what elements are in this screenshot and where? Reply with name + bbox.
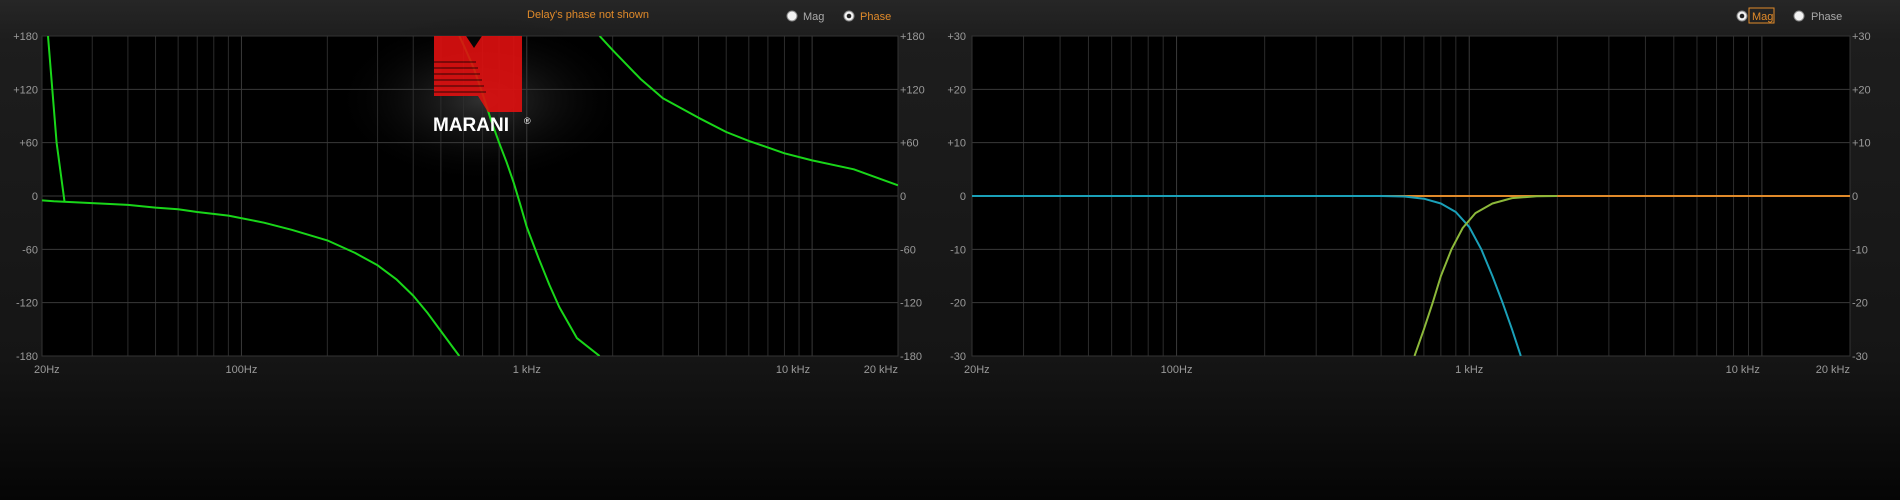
x-ticks: 20Hz 100Hz 1 kHz 10 kHz 20 kHz [34, 364, 898, 376]
x-tick-label: 100Hz [226, 364, 258, 376]
phase-radio-left[interactable]: Phase [843, 10, 891, 23]
phase-label: Phase [1811, 11, 1842, 23]
y-ticks-left: +30 +20 +10 0 -10 -20 -30 [947, 31, 966, 363]
y-tick-label-left: +30 [947, 31, 966, 43]
x-tick-label: 20Hz [34, 364, 60, 376]
y-tick-label-right: -60 [900, 244, 916, 256]
y-tick-label-right: +60 [900, 138, 919, 150]
x-tick-label: 20 kHz [1816, 364, 1850, 376]
mag-radio-left[interactable]: Mag [786, 10, 824, 23]
y-tick-label-right: 0 [900, 191, 906, 203]
x-tick-label: 1 kHz [1455, 364, 1483, 376]
x-tick-label: 10 kHz [1726, 364, 1760, 376]
phase-label: Phase [860, 11, 891, 23]
y-ticks-right: +30 +20 +10 0 -10 -20 -30 [1852, 31, 1871, 363]
phase-radio-right[interactable]: Phase [1793, 10, 1842, 23]
logo-registered-mark: ® [524, 116, 531, 126]
logo-text: MARANI [433, 115, 509, 136]
delay-phase-notice: Delay's phase not shown [527, 9, 649, 21]
y-ticks-left: +180 +120 +60 0 -60 -120 -180 [13, 31, 38, 363]
radio-button[interactable] [786, 10, 798, 22]
view-toggle-left: Mag Phase [786, 10, 891, 23]
y-tick-label-left: -20 [950, 298, 966, 310]
y-tick-label-right: +180 [900, 31, 925, 43]
y-tick-label-right: -120 [900, 298, 922, 310]
x-tick-label: 20Hz [964, 364, 990, 376]
y-tick-label-left: -10 [950, 244, 966, 256]
y-tick-label-left: +20 [947, 84, 966, 96]
y-tick-label-right: +10 [1852, 138, 1871, 150]
radio-dot [1739, 13, 1745, 19]
y-tick-label-left: +10 [947, 138, 966, 150]
view-toggle-right: Mag Phase [1736, 7, 1842, 24]
y-tick-label-right: -30 [1852, 351, 1868, 363]
magnitude-chart-right: +30+20+100-10-20-30 +30+20+100-10-20-30 … [947, 7, 1871, 376]
y-tick-label-left: -60 [22, 244, 38, 256]
filter-response-view: +180 +120 +60 0 -60 -120 -180 +180 +120 +60 0 -60 -… [13, 7, 1871, 376]
y-tick-label-left: 0 [960, 191, 966, 203]
y-tick-label-left: +60 [19, 138, 38, 150]
x-tick-label: 20 kHz [864, 364, 898, 376]
y-tick-label-left: -180 [16, 351, 38, 363]
x-tick-label: 1 kHz [513, 364, 541, 376]
y-tick-label-right: 0 [1852, 191, 1858, 203]
y-tick-label-right: +20 [1852, 84, 1871, 96]
y-ticks-right: +180 +120 +60 0 -60 -120 -180 [900, 31, 925, 363]
x-ticks: 20Hz 100Hz 1 kHz 10 kHz 20 kHz [964, 364, 1850, 376]
y-tick-label-left: 0 [32, 191, 38, 203]
y-tick-label-left: +120 [13, 84, 38, 96]
x-tick-label: 10 kHz [776, 364, 810, 376]
x-tick-label: 100Hz [1161, 364, 1193, 376]
y-tick-label-right: +30 [1852, 31, 1871, 43]
y-tick-label-left: -30 [950, 351, 966, 363]
y-tick-label-right: -180 [900, 351, 922, 363]
y-tick-label-left: -120 [16, 298, 38, 310]
y-tick-label-right: -20 [1852, 298, 1868, 310]
mag-radio-right[interactable]: Mag [1736, 7, 1775, 24]
phase-chart-left: +180 +120 +60 0 -60 -120 -180 +180 +120 +60 0 -60 -… [13, 9, 925, 376]
mag-label: Mag [1752, 11, 1773, 23]
y-tick-label-left: +180 [13, 31, 38, 43]
radio-button[interactable] [1793, 10, 1805, 22]
radio-dot [846, 13, 852, 19]
mag-label: Mag [803, 11, 824, 23]
y-tick-label-right: +120 [900, 84, 925, 96]
y-tick-label-right: -10 [1852, 244, 1868, 256]
